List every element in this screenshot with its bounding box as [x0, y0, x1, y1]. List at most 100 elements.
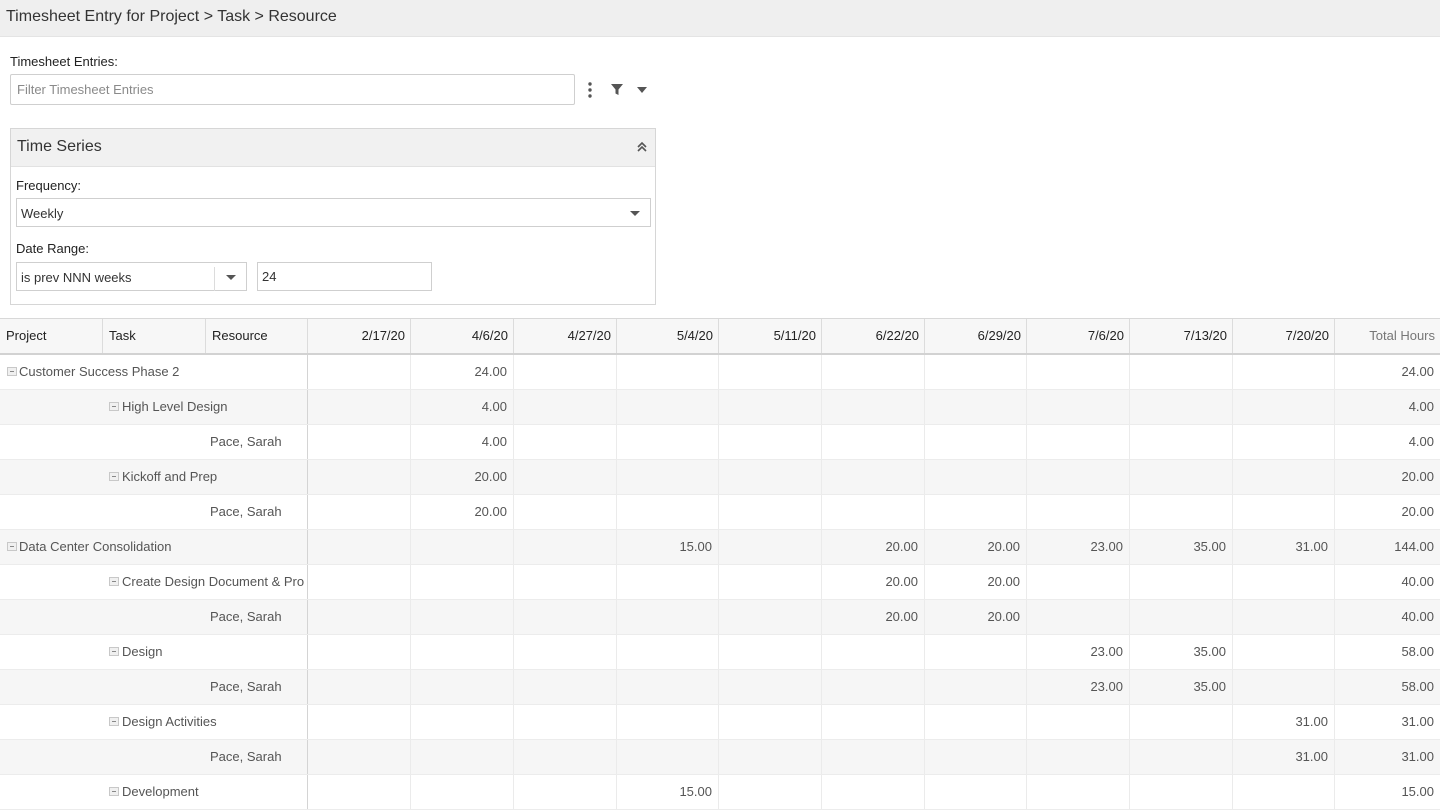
resource-row[interactable]: Pace, Sarah 20.00 20.00 40.00: [0, 600, 1440, 635]
hours-cell: [411, 635, 514, 669]
column-header-date[interactable]: 5/11/20: [719, 319, 822, 353]
hours-cell: [617, 495, 719, 529]
date-range-value-input[interactable]: [257, 262, 432, 291]
frequency-label: Frequency:: [16, 178, 82, 193]
grid-body: Customer Success Phase 2 24.00 24.00 High L…: [0, 355, 1440, 810]
project-row[interactable]: Customer Success Phase 2 24.00 24.00: [0, 355, 1440, 390]
collapse-minus-icon[interactable]: [109, 577, 119, 586]
hours-cell: [719, 460, 822, 494]
hours-cell: [514, 460, 617, 494]
hours-cell: 15.00: [617, 530, 719, 564]
task-name: Design: [122, 644, 163, 659]
hours-cell: [514, 775, 617, 809]
hours-cell: [719, 495, 822, 529]
task-name: Create Design Document & Pro: [122, 574, 305, 589]
hours-cell: [308, 705, 411, 739]
hours-cell: [719, 705, 822, 739]
hours-cell: [411, 530, 514, 564]
hours-cell: [514, 670, 617, 704]
hours-cell: [822, 670, 925, 704]
column-header-date[interactable]: 4/27/20: [514, 319, 617, 353]
hours-cell: [822, 705, 925, 739]
hours-cell: [308, 670, 411, 704]
task-row[interactable]: High Level Design 4.00 4.00: [0, 390, 1440, 425]
collapse-minus-icon[interactable]: [7, 367, 17, 376]
column-header-task[interactable]: Task: [103, 319, 206, 353]
column-header-date[interactable]: 6/22/20: [822, 319, 925, 353]
row-label-cell: Create Design Document & Pro: [0, 565, 308, 599]
hours-cell: 20.00: [925, 600, 1027, 634]
hours-cell: [1233, 460, 1335, 494]
column-header-date[interactable]: 4/6/20: [411, 319, 514, 353]
more-options-button[interactable]: [581, 80, 599, 100]
collapse-minus-icon[interactable]: [109, 787, 119, 796]
filter-dropdown-button[interactable]: [633, 80, 651, 100]
hours-cell: [617, 565, 719, 599]
project-name: Customer Success Phase 2: [19, 364, 180, 379]
column-header-date[interactable]: 2/17/20: [308, 319, 411, 353]
total-hours-cell: 31.00: [1401, 714, 1434, 729]
hours-cell: [308, 565, 411, 599]
resource-row[interactable]: Pace, Sarah 23.00 35.00 58.00: [0, 670, 1440, 705]
hours-cell: [1130, 600, 1233, 634]
date-range-operator-select[interactable]: is prev NNN weeks: [16, 262, 247, 291]
collapse-minus-icon[interactable]: [7, 542, 17, 551]
resource-row[interactable]: Pace, Sarah 4.00 4.00: [0, 425, 1440, 460]
hours-cell: [1027, 495, 1130, 529]
column-header-date[interactable]: 7/13/20: [1130, 319, 1233, 353]
hours-cell: [1130, 565, 1233, 599]
task-row[interactable]: Design 23.00 35.00 58.00: [0, 635, 1440, 670]
resource-name: Pace, Sarah: [210, 679, 282, 694]
resource-row[interactable]: Pace, Sarah 20.00 20.00: [0, 495, 1440, 530]
hours-cell: [1027, 460, 1130, 494]
task-row[interactable]: Design Activities 31.00 31.00: [0, 705, 1440, 740]
hours-cell: 4.00: [411, 425, 514, 459]
time-series-header[interactable]: Time Series: [11, 129, 655, 167]
task-row[interactable]: Development 15.00 15.00: [0, 775, 1440, 810]
hours-cell: [1130, 425, 1233, 459]
hours-cell: [719, 425, 822, 459]
hours-cell: [411, 705, 514, 739]
hours-cell: [308, 425, 411, 459]
column-header-total-hours[interactable]: Total Hours: [1335, 319, 1440, 353]
column-header-date[interactable]: 7/6/20: [1027, 319, 1130, 353]
hours-cell: [925, 425, 1027, 459]
hours-cell: [719, 775, 822, 809]
frequency-select[interactable]: Weekly: [16, 198, 651, 227]
hours-cell: [411, 740, 514, 774]
collapse-minus-icon[interactable]: [109, 472, 119, 481]
hours-cell: [925, 495, 1027, 529]
hours-cell: [617, 740, 719, 774]
hours-cell: [514, 740, 617, 774]
hours-cell: [308, 775, 411, 809]
total-hours-cell: 20.00: [1401, 469, 1434, 484]
total-hours-cell: 58.00: [1401, 644, 1434, 659]
hours-cell: [925, 635, 1027, 669]
hours-cell: [925, 705, 1027, 739]
filter-button[interactable]: [608, 80, 626, 100]
resource-row[interactable]: Pace, Sarah 31.00 31.00: [0, 740, 1440, 775]
resource-name: Pace, Sarah: [210, 609, 282, 624]
hours-cell: [514, 425, 617, 459]
filter-input[interactable]: [10, 74, 575, 105]
hours-cell: 31.00: [1233, 705, 1335, 739]
column-header-project[interactable]: Project: [0, 319, 103, 353]
task-row[interactable]: Create Design Document & Pro 20.00 20.00 40…: [0, 565, 1440, 600]
frequency-value: Weekly: [21, 206, 64, 221]
double-chevron-up-icon[interactable]: [635, 140, 649, 154]
collapse-minus-icon[interactable]: [109, 402, 119, 411]
collapse-minus-icon[interactable]: [109, 717, 119, 726]
chevron-down-icon: [630, 211, 640, 216]
collapse-minus-icon[interactable]: [109, 647, 119, 656]
column-header-date[interactable]: 7/20/20: [1233, 319, 1335, 353]
hours-cell: 24.00: [411, 355, 514, 389]
task-row[interactable]: Kickoff and Prep 20.00 20.00: [0, 460, 1440, 495]
project-row[interactable]: Data Center Consolidation 15.00 20.00 20.00…: [0, 530, 1440, 565]
column-header-resource[interactable]: Resource: [206, 319, 308, 353]
hours-cell: 35.00: [1130, 635, 1233, 669]
column-header-date[interactable]: 6/29/20: [925, 319, 1027, 353]
hours-cell: [822, 460, 925, 494]
total-hours-cell: 40.00: [1401, 574, 1434, 589]
hours-cell: 23.00: [1027, 670, 1130, 704]
column-header-date[interactable]: 5/4/20: [617, 319, 719, 353]
